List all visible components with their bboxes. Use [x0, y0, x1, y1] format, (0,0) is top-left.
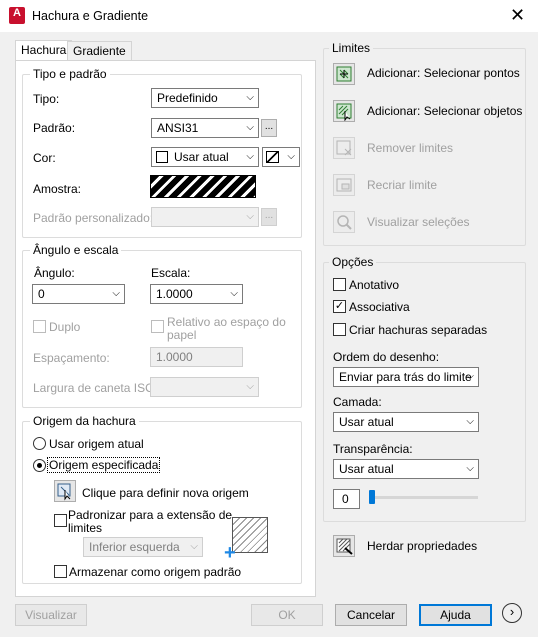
- anotativo-checkbox[interactable]: [333, 278, 346, 291]
- relativo-label-line1: Relativo ao espaço do: [167, 315, 286, 329]
- app-logo-icon: A: [9, 7, 25, 24]
- recriar-limite-label: Recriar limite: [367, 178, 438, 192]
- amostra-label: Amostra:: [33, 182, 82, 196]
- espacamento-input[interactable]: 1.0000: [150, 347, 243, 367]
- anotativo-label: Anotativo: [349, 278, 400, 292]
- camada-label: Camada:: [333, 395, 382, 409]
- cor-fundo-select[interactable]: ⌵: [262, 147, 300, 167]
- close-icon[interactable]: ✕: [510, 5, 525, 25]
- ok-button[interactable]: OK: [251, 604, 323, 626]
- angulo-select[interactable]: 0 ⌵: [32, 284, 125, 304]
- pick-points-icon: [336, 66, 352, 82]
- padrao-label: Padrão:: [33, 121, 76, 135]
- clique-definir-origem-label: Clique para definir nova origem: [82, 486, 249, 500]
- group-title-limites: Limites: [329, 41, 374, 55]
- hachuras-separadas-checkbox[interactable]: [333, 323, 346, 336]
- selecionar-objetos-label: Adicionar: Selecionar objetos: [367, 104, 523, 118]
- transparencia-value-input[interactable]: 0: [333, 489, 360, 509]
- tab-hachura[interactable]: Hachura: [15, 40, 73, 61]
- pattern-sample[interactable]: [150, 175, 256, 198]
- duplo-checkbox[interactable]: [33, 320, 46, 333]
- no-background-icon: [266, 151, 279, 163]
- cancelar-button[interactable]: Cancelar: [335, 604, 407, 626]
- transparencia-label: Transparência:: [333, 442, 413, 456]
- group-title-angulo-escala: Ângulo e escala: [30, 243, 122, 257]
- remove-boundaries-icon: [336, 140, 352, 156]
- escala-label: Escala:: [151, 266, 191, 280]
- padrao-personalizado-select[interactable]: ⌵: [151, 207, 259, 227]
- recreate-boundary-icon: [336, 178, 352, 192]
- recriar-limite-button[interactable]: [333, 174, 355, 196]
- origin-preview-square: [232, 517, 268, 553]
- posicao-origem-select[interactable]: Inferior esquerda ⌵: [83, 537, 203, 557]
- group-title-opcoes: Opções: [329, 255, 377, 269]
- duplo-label: Duplo: [49, 320, 81, 334]
- angulo-label: Ângulo:: [34, 266, 75, 280]
- usar-origem-atual-label: Usar origem atual: [49, 437, 144, 451]
- selecionar-pontos-label: Adicionar: Selecionar pontos: [367, 66, 520, 80]
- herdar-propriedades-button[interactable]: [333, 535, 355, 557]
- tipo-select[interactable]: Predefinido ⌵: [151, 88, 259, 108]
- largura-caneta-label: Largura de caneta ISO:: [33, 381, 158, 395]
- ordem-desenho-select[interactable]: Enviar para trás do limite ⌵: [333, 367, 479, 387]
- escala-select[interactable]: 1.0000 ⌵: [150, 284, 243, 304]
- padrao-select[interactable]: ANSI31 ⌵: [151, 118, 259, 138]
- definir-origem-button[interactable]: [54, 480, 76, 502]
- visualizar-selecoes-label: Visualizar seleções: [367, 215, 470, 229]
- inherit-properties-icon: [336, 538, 353, 555]
- ajuda-button[interactable]: Ajuda: [419, 604, 492, 626]
- armazenar-label: Armazenar como origem padrão: [69, 565, 242, 579]
- group-title-tipo-padrao: Tipo e padrão: [30, 67, 110, 81]
- tipo-label: Tipo:: [33, 92, 60, 106]
- transparencia-select[interactable]: Usar atual ⌵: [333, 459, 479, 479]
- remover-limites-label: Remover limites: [367, 141, 454, 155]
- ordem-desenho-label: Ordem do desenho:: [333, 350, 440, 364]
- visualizar-selecoes-button[interactable]: [333, 211, 355, 233]
- herdar-propriedades-label: Herdar propriedades: [367, 539, 478, 553]
- relativo-label-line2: papel: [167, 328, 197, 342]
- title-bar: A Hachura e Gradiente ✕: [0, 0, 538, 32]
- largura-caneta-select[interactable]: ⌵: [150, 377, 259, 397]
- usar-origem-atual-radio[interactable]: [33, 437, 46, 450]
- window-title: Hachura e Gradiente: [32, 9, 149, 23]
- origem-especificada-radio[interactable]: [33, 459, 46, 472]
- padronizar-checkbox[interactable]: [54, 514, 67, 527]
- associativa-checkbox[interactable]: ✓: [333, 300, 346, 313]
- cor-select[interactable]: Usar atual ⌵: [151, 147, 259, 167]
- remover-limites-button[interactable]: [333, 137, 355, 159]
- personalizado-browse-button[interactable]: ...: [261, 208, 277, 226]
- group-title-origem: Origem da hachura: [30, 414, 139, 428]
- hachuras-separadas-label: Criar hachuras separadas: [349, 323, 488, 337]
- expand-more-options-icon[interactable]: ›: [502, 603, 522, 623]
- origem-especificada-label: Origem especificada: [47, 457, 161, 473]
- padrao-personalizado-label: Padrão personalizado:: [33, 211, 154, 225]
- magnifier-icon: [337, 215, 352, 230]
- camada-select[interactable]: Usar atual ⌵: [333, 412, 479, 432]
- select-objects-icon: [336, 103, 352, 122]
- padronizar-label-line2: limites: [68, 521, 103, 535]
- armazenar-checkbox[interactable]: [54, 565, 67, 578]
- relativo-checkbox[interactable]: [151, 320, 164, 333]
- transparencia-slider-track[interactable]: [372, 496, 478, 499]
- pick-point-icon: [57, 483, 71, 501]
- associativa-label: Associativa: [349, 300, 410, 314]
- selecionar-objetos-button[interactable]: [333, 100, 355, 122]
- visualizar-button[interactable]: Visualizar: [15, 604, 87, 626]
- color-swatch: [156, 151, 168, 163]
- origin-marker-icon: +: [224, 542, 236, 564]
- transparencia-slider-thumb[interactable]: [369, 490, 375, 504]
- espacamento-label: Espaçamento:: [33, 351, 110, 365]
- padrao-browse-button[interactable]: ...: [261, 119, 277, 137]
- selecionar-pontos-button[interactable]: [333, 63, 355, 85]
- tab-gradiente[interactable]: Gradiente: [67, 41, 132, 60]
- cor-label: Cor:: [33, 151, 56, 165]
- padronizar-label-line1: Padronizar para a extensão de: [68, 508, 233, 522]
